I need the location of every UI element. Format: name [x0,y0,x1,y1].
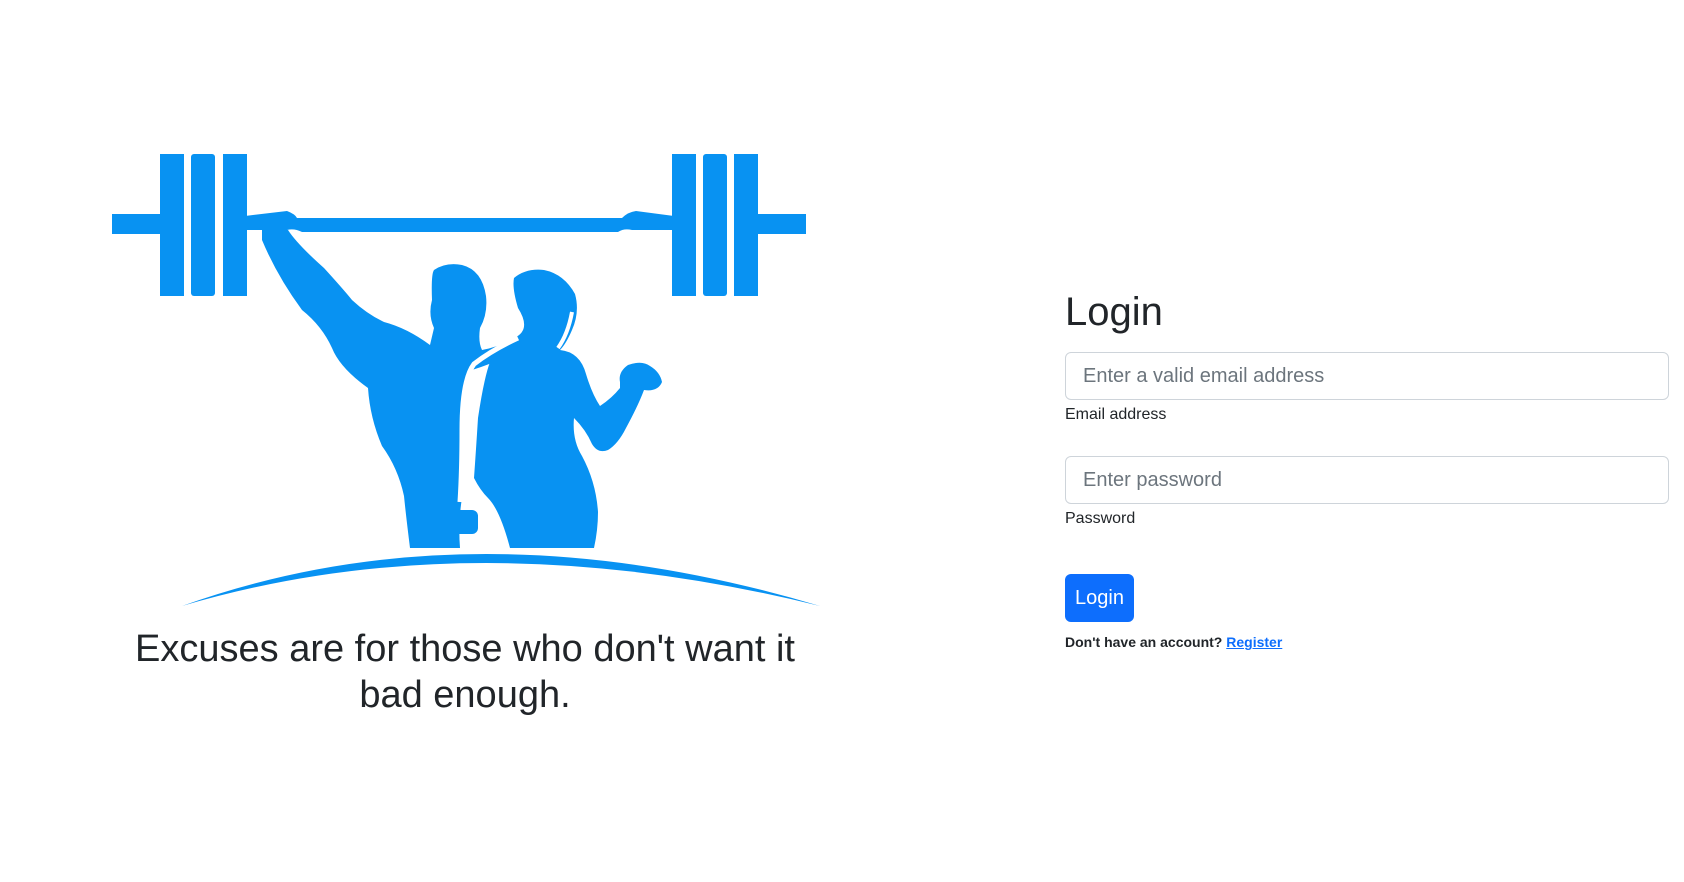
register-link[interactable]: Register [1226,634,1282,650]
login-page: Excuses are for those who don't want it … [0,0,1684,882]
email-label: Email address [1065,406,1167,423]
password-input[interactable] [1065,456,1669,504]
slogan-text: Excuses are for those who don't want it … [135,628,795,716]
login-button[interactable]: Login [1065,574,1134,622]
login-form: Login Email address Password Login Don't… [1065,288,1669,650]
register-prompt: Don't have an account? Register [1065,634,1669,650]
email-field-group: Email address [1065,352,1669,426]
password-label: Password [1065,510,1136,527]
hero-section: Excuses are for those who don't want it … [0,0,1000,882]
login-title: Login [1065,290,1163,334]
password-field-group: Password [1065,456,1669,530]
register-prompt-text: Don't have an account? [1065,634,1223,650]
email-input[interactable] [1065,352,1669,400]
weightlifting-logo-icon [112,154,820,606]
